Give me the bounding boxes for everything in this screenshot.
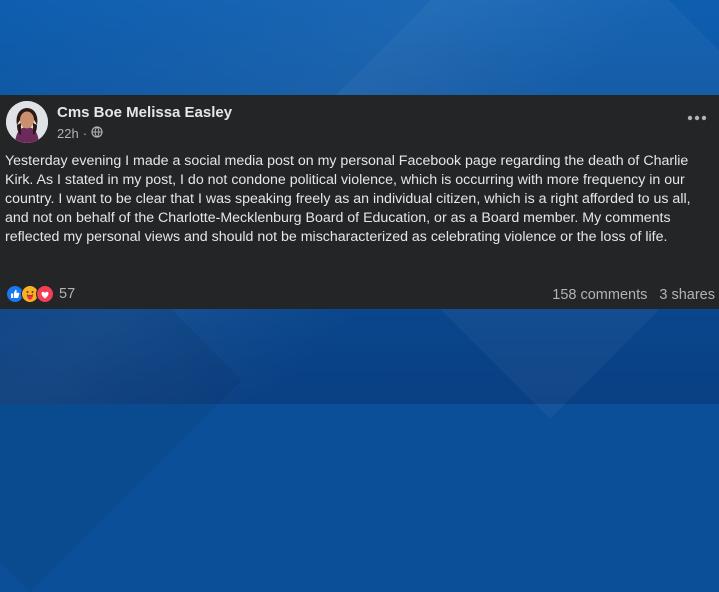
post-time[interactable]: 22h xyxy=(57,126,79,141)
globe-icon[interactable] xyxy=(91,126,103,141)
reaction-count: 57 xyxy=(59,286,76,302)
post-meta: 22h · xyxy=(57,126,103,141)
post-text: Yesterday evening I made a social media … xyxy=(5,153,691,245)
shares-count[interactable]: 3 shares xyxy=(659,287,715,303)
facebook-post: Cms Boe Melissa Easley 22h · Yesterday e… xyxy=(0,95,719,309)
love-icon xyxy=(36,285,54,303)
reactions-summary[interactable]: 57 xyxy=(6,285,75,303)
author-name[interactable]: Cms Boe Melissa Easley xyxy=(57,104,232,121)
post-stats: 158 comments 3 shares xyxy=(552,287,715,303)
more-options-icon[interactable] xyxy=(683,110,711,126)
avatar[interactable] xyxy=(6,101,48,143)
separator-dot: · xyxy=(82,126,88,141)
comments-count[interactable]: 158 comments xyxy=(552,287,647,303)
